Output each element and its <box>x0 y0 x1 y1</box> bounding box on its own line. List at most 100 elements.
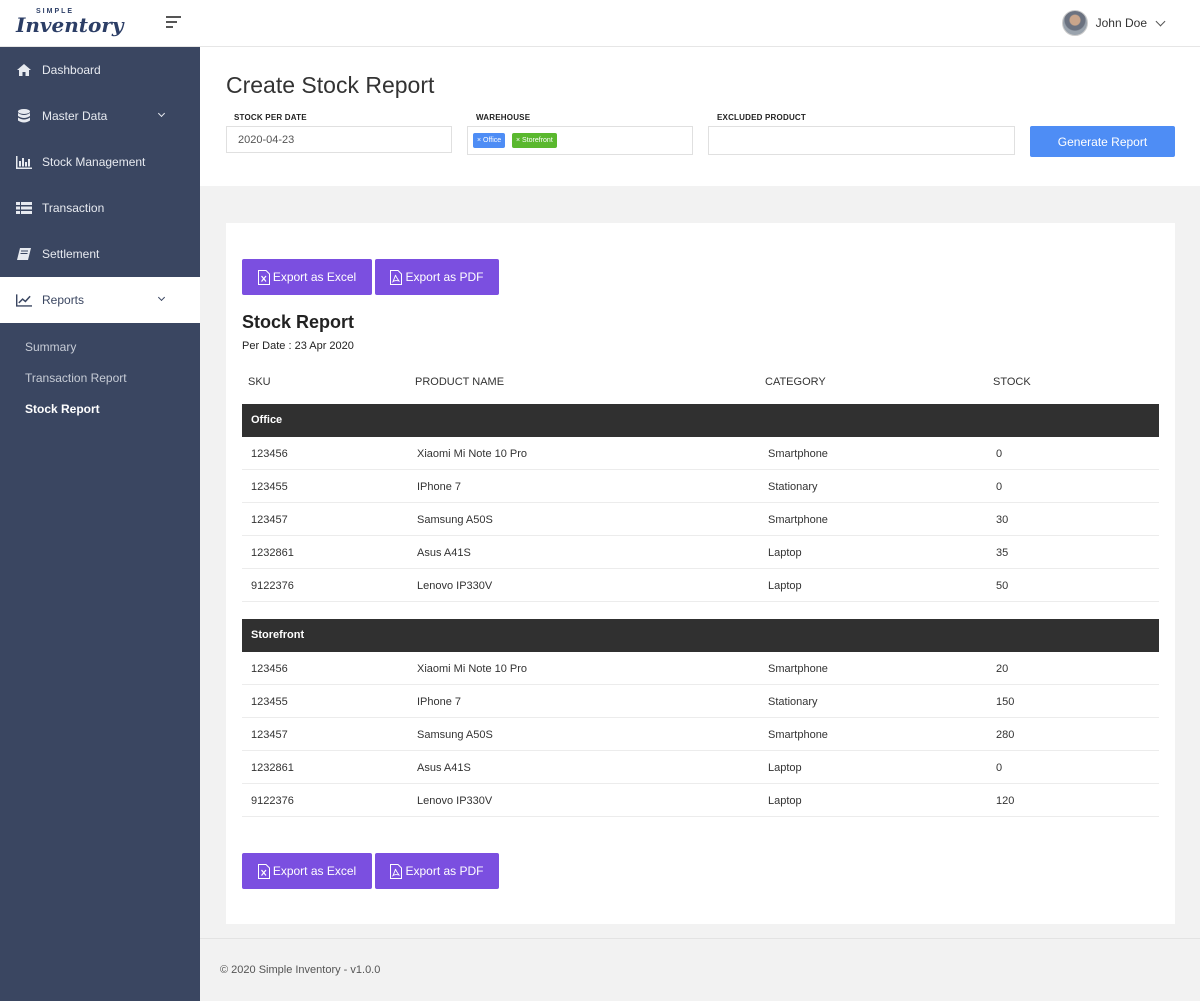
sidebar-item-settlement[interactable]: Settlement <box>0 231 200 277</box>
chevron-down-icon <box>157 293 166 302</box>
cell-sku: 123457 <box>251 729 288 741</box>
table-row: 1232861 Asus A41S Laptop 0 <box>242 751 1159 784</box>
table-row: 123457 Samsung A50S Smartphone 280 <box>242 718 1159 751</box>
cell-stock: 280 <box>996 729 1015 741</box>
cell-category: Smartphone <box>768 729 828 741</box>
export-pdf-button[interactable]: Export as PDF <box>375 853 499 889</box>
excluded-product-label: EXCLUDED PRODUCT <box>717 113 806 122</box>
generate-report-button[interactable]: Generate Report <box>1030 126 1175 157</box>
warehouse-label: WAREHOUSE <box>476 113 531 122</box>
report-form-header: Create Stock Report STOCK PER DATE WAREH… <box>200 47 1200 186</box>
menu-toggle-icon[interactable] <box>166 16 182 30</box>
sidebar-item-stock-management[interactable]: Stock Management <box>0 139 200 185</box>
table-row: 123457 Samsung A50S Smartphone 30 <box>242 503 1159 536</box>
warehouse-multiselect[interactable]: × Office × Storefront <box>467 126 693 155</box>
sidebar-item-transaction[interactable]: Transaction <box>0 185 200 231</box>
sidebar-subitem-stock-report[interactable]: Stock Report <box>0 393 200 424</box>
sidebar-item-label: Master Data <box>42 109 108 123</box>
cell-sku: 123457 <box>251 514 288 526</box>
stock-per-date-label: STOCK PER DATE <box>234 113 307 122</box>
cell-sku: 123455 <box>251 481 288 493</box>
cell-stock: 0 <box>996 481 1003 493</box>
cell-category: Smartphone <box>768 514 828 526</box>
cell-category: Laptop <box>768 580 802 592</box>
cell-stock: 120 <box>996 795 1015 807</box>
cell-sku: 123456 <box>251 448 288 460</box>
cell-stock: 35 <box>996 547 1009 559</box>
footer: © 2020 Simple Inventory - v1.0.0 <box>200 938 1200 1001</box>
cell-category: Smartphone <box>768 663 828 675</box>
column-header-category: CATEGORY <box>765 376 826 388</box>
database-icon <box>16 109 32 123</box>
sidebar-item-label: Settlement <box>42 247 100 261</box>
cell-product: IPhone 7 <box>417 481 462 493</box>
cell-category: Stationary <box>768 696 818 708</box>
table-row: 9122376 Lenovo IP330V Laptop 120 <box>242 784 1159 817</box>
table-row: 123455 IPhone 7 Stationary 150 <box>242 685 1159 718</box>
cell-stock: 0 <box>996 448 1003 460</box>
cell-product: Lenovo IP330V <box>417 580 493 592</box>
avatar <box>1061 10 1088 36</box>
pdf-file-icon <box>390 269 403 285</box>
user-menu[interactable]: John Doe <box>1061 10 1166 36</box>
export-pdf-label: Export as PDF <box>405 270 484 284</box>
sidebar-item-label: Reports <box>42 293 85 307</box>
cell-category: Laptop <box>768 795 802 807</box>
column-header-stock: STOCK <box>993 376 1031 388</box>
cell-stock: 20 <box>996 663 1009 675</box>
cell-stock: 30 <box>996 514 1009 526</box>
reports-submenu: Summary Transaction Report Stock Report <box>0 323 200 424</box>
excel-file-icon <box>257 863 270 879</box>
user-name: John Doe <box>1095 16 1147 30</box>
sidebar-item-dashboard[interactable]: Dashboard <box>0 47 200 93</box>
logo-name: Inventory <box>16 13 124 37</box>
warehouse-tag-office[interactable]: × Office <box>473 133 506 148</box>
export-excel-button[interactable]: Export as Excel <box>242 853 372 889</box>
excluded-product-field[interactable] <box>708 126 1015 155</box>
cell-product: IPhone 7 <box>417 696 462 708</box>
cell-sku: 9122376 <box>251 580 294 592</box>
line-chart-icon <box>16 293 32 307</box>
table-row: 1232861 Asus A41S Laptop 35 <box>242 536 1159 569</box>
stock-per-date-input[interactable] <box>227 127 451 152</box>
footer-text: © 2020 Simple Inventory - v1.0.0 <box>220 964 381 976</box>
sidebar-item-label: Dashboard <box>42 63 101 77</box>
cell-stock: 50 <box>996 580 1009 592</box>
sidebar-item-reports[interactable]: Reports <box>0 277 200 323</box>
app-logo[interactable]: SIMPLE Inventory <box>16 8 124 38</box>
export-buttons-bottom: Export as Excel Export as PDF <box>242 853 502 889</box>
bar-chart-icon <box>16 155 32 169</box>
sidebar-item-master-data[interactable]: Master Data <box>0 93 200 139</box>
cell-product: Samsung A50S <box>417 514 493 526</box>
export-excel-button[interactable]: Export as Excel <box>242 259 372 295</box>
top-bar: SIMPLE Inventory John Doe <box>0 0 1200 47</box>
column-header-product-name: PRODUCT NAME <box>415 376 505 388</box>
table-row: 123456 Xiaomi Mi Note 10 Pro Smartphone … <box>242 652 1159 685</box>
sidebar-subitem-transaction-report[interactable]: Transaction Report <box>0 362 200 393</box>
cell-product: Lenovo IP330V <box>417 795 493 807</box>
report-title: Stock Report <box>242 312 355 332</box>
warehouse-tag-storefront[interactable]: × Storefront <box>512 133 557 148</box>
cell-category: Laptop <box>768 762 802 774</box>
column-header-sku: SKU <box>248 376 271 388</box>
export-buttons-top: Export as Excel Export as PDF <box>242 259 502 295</box>
export-pdf-button[interactable]: Export as PDF <box>375 259 499 295</box>
excluded-product-input[interactable] <box>709 127 1014 154</box>
home-icon <box>16 63 32 77</box>
cell-sku: 1232861 <box>251 762 294 774</box>
stock-per-date-field[interactable] <box>226 126 452 153</box>
sidebar-item-label: Stock Management <box>42 155 146 169</box>
table-row: 9122376 Lenovo IP330V Laptop 50 <box>242 569 1159 602</box>
sidebar-subitem-summary[interactable]: Summary <box>0 331 200 362</box>
sidebar-item-label: Transaction <box>42 201 105 215</box>
list-icon <box>16 201 32 215</box>
cell-category: Stationary <box>768 481 818 493</box>
chevron-down-icon <box>157 109 166 118</box>
sidebar: Dashboard Master Data Stock Management T… <box>0 47 200 1001</box>
book-icon <box>16 247 32 261</box>
cell-product: Samsung A50S <box>417 729 493 741</box>
cell-stock: 150 <box>996 696 1015 708</box>
report-card: Export as Excel Export as PDF Stock Repo… <box>226 223 1175 924</box>
cell-product: Xiaomi Mi Note 10 Pro <box>417 448 528 460</box>
cell-sku: 123456 <box>251 663 288 675</box>
